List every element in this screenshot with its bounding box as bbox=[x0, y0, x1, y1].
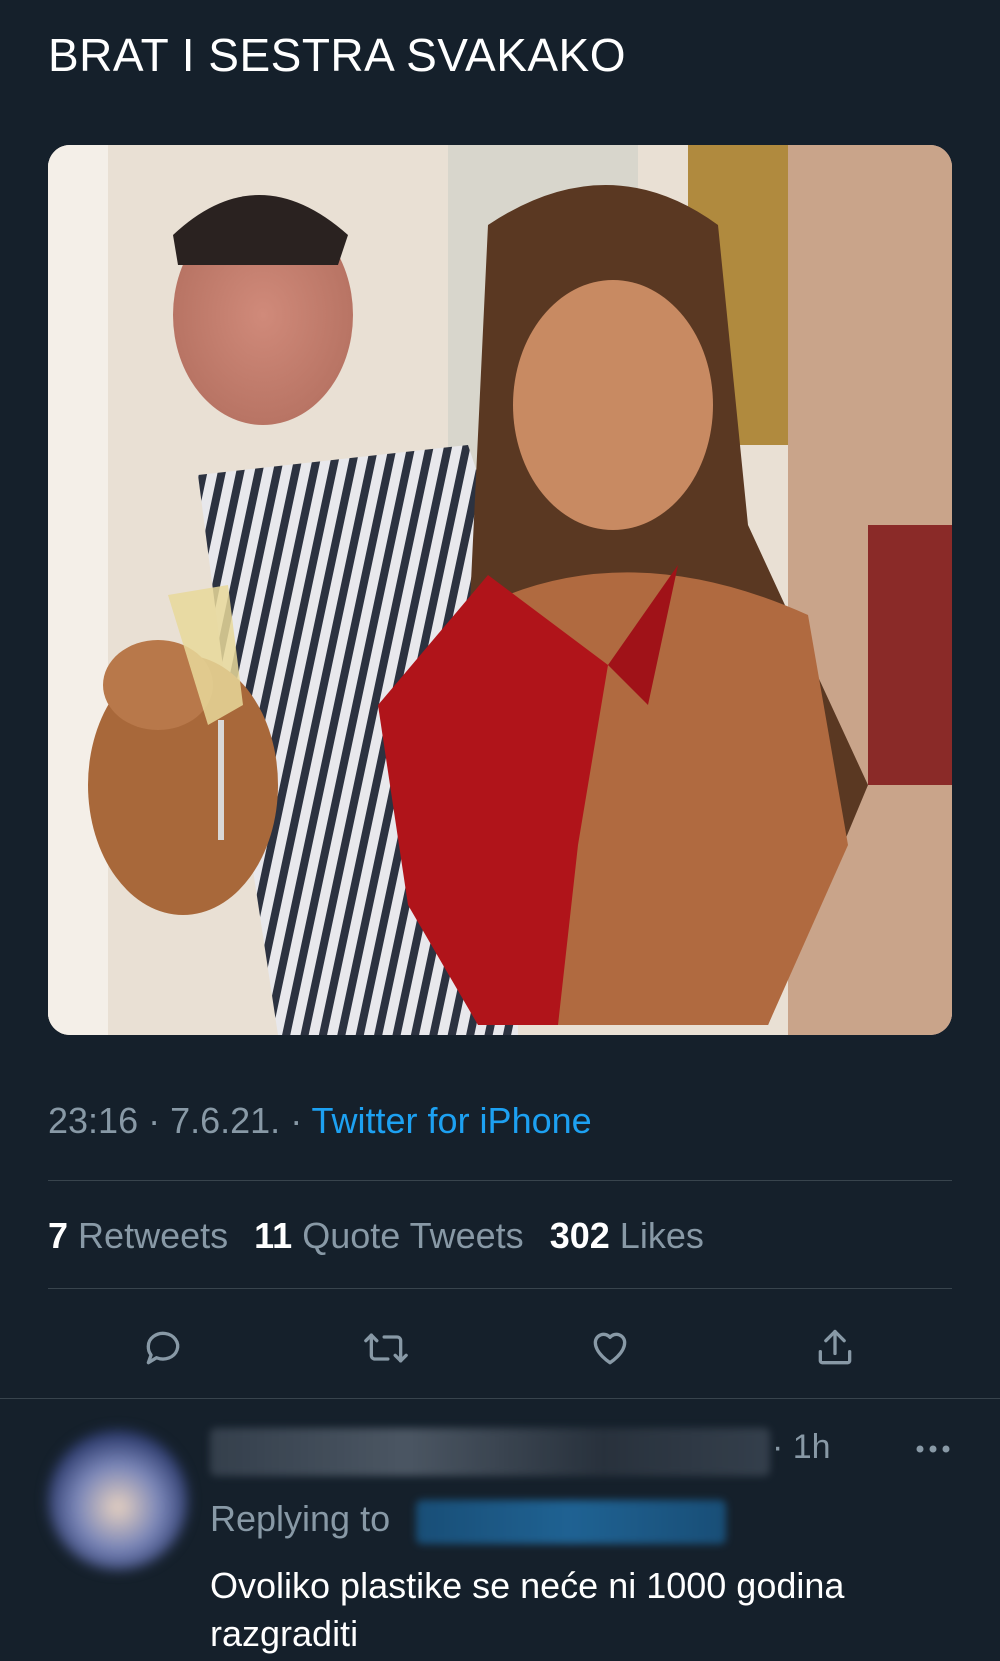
likes-count: 302 bbox=[549, 1215, 610, 1256]
reply-time: · 1h bbox=[772, 1428, 831, 1466]
quotes-stat[interactable]: 11 Quote Tweets bbox=[254, 1215, 524, 1256]
quotes-count: 11 bbox=[254, 1215, 293, 1256]
divider bbox=[48, 1288, 952, 1289]
quotes-label: Quote Tweets bbox=[302, 1215, 524, 1256]
divider bbox=[0, 1398, 1000, 1399]
divider bbox=[48, 1180, 952, 1181]
tweet-time: 23:16 bbox=[48, 1100, 139, 1141]
tweet-date: 7.6.21. bbox=[170, 1100, 281, 1141]
retweets-label: Retweets bbox=[78, 1215, 229, 1256]
share-icon[interactable] bbox=[805, 1318, 865, 1378]
retweets-stat[interactable]: 7 Retweets bbox=[48, 1215, 228, 1256]
reply-text: Ovoliko plastike se neće ni 1000 godina … bbox=[210, 1565, 845, 1654]
reply-tweet[interactable]: · 1h Replying to Ovoliko plastike se neć… bbox=[0, 1400, 1000, 1661]
like-icon[interactable] bbox=[580, 1318, 640, 1378]
retweet-icon[interactable] bbox=[356, 1318, 416, 1378]
likes-label: Likes bbox=[619, 1215, 704, 1256]
replying-to-label: Replying to bbox=[210, 1498, 391, 1539]
tweet-actions bbox=[0, 1318, 1000, 1378]
avatar[interactable] bbox=[48, 1430, 188, 1570]
more-options-icon[interactable] bbox=[910, 1434, 956, 1464]
tweet-meta: 23:16 · 7.6.21. · Twitter for iPhone bbox=[48, 1100, 592, 1142]
likes-stat[interactable]: 302 Likes bbox=[550, 1215, 704, 1256]
tweet-stats: 7 Retweets 11 Quote Tweets 302 Likes bbox=[48, 1215, 720, 1257]
tweet-source-link[interactable]: Twitter for iPhone bbox=[312, 1100, 592, 1141]
blurred-handle-link[interactable] bbox=[416, 1500, 726, 1544]
retweets-count: 7 bbox=[48, 1215, 69, 1256]
meta-separator: · bbox=[138, 1100, 171, 1141]
meta-separator: · bbox=[280, 1100, 312, 1141]
photo-illustration bbox=[48, 145, 952, 1035]
blurred-username[interactable] bbox=[210, 1428, 770, 1476]
tweet-text: BRAT I SESTRA SVAKAKO bbox=[48, 29, 627, 81]
reply-icon[interactable] bbox=[133, 1318, 193, 1378]
tweet-photo[interactable] bbox=[48, 145, 952, 1035]
